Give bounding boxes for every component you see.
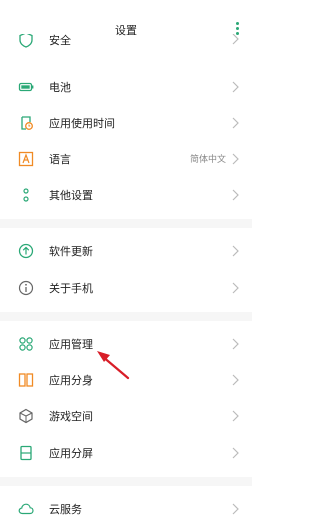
software-update-icon	[18, 243, 34, 259]
game-space-icon	[19, 408, 33, 424]
settings-item-app-clone[interactable]: 应用分身	[0, 362, 252, 398]
other-settings-icon	[23, 188, 29, 202]
info-icon	[18, 280, 34, 296]
settings-item-security[interactable]: 安全	[0, 34, 252, 58]
settings-item-game-space[interactable]: 游戏空间	[0, 398, 252, 434]
settings-item-label: 关于手机	[49, 282, 93, 295]
settings-item-cloud-service[interactable]: 云服务	[0, 491, 252, 527]
chevron-right-icon	[232, 189, 239, 201]
settings-item-battery[interactable]: 电池	[0, 69, 252, 105]
settings-item-split-screen[interactable]: 应用分屏	[0, 435, 252, 471]
chevron-right-icon	[232, 447, 239, 459]
chevron-right-icon	[232, 410, 239, 422]
shield-icon	[19, 34, 33, 48]
section-divider	[0, 219, 252, 228]
section-divider	[0, 312, 252, 321]
section-divider	[0, 477, 252, 486]
app-usage-icon	[21, 116, 33, 130]
settings-item-about-phone[interactable]: 关于手机	[0, 270, 252, 306]
settings-item-label: 应用使用时间	[49, 117, 115, 130]
settings-item-label: 语言	[49, 153, 71, 166]
settings-item-app-management[interactable]: 应用管理	[0, 326, 252, 362]
app-management-icon	[19, 337, 33, 351]
chevron-right-icon	[232, 338, 239, 350]
chevron-right-icon	[232, 503, 239, 515]
settings-item-other[interactable]: 其他设置	[0, 177, 252, 213]
settings-item-language[interactable]: 语言 简体中文	[0, 141, 252, 177]
chevron-right-icon	[232, 245, 239, 257]
settings-item-software-update[interactable]: 软件更新	[0, 233, 252, 269]
chevron-right-icon	[232, 34, 239, 45]
chevron-right-icon	[232, 81, 239, 93]
chevron-right-icon	[232, 117, 239, 129]
chevron-right-icon	[232, 282, 239, 294]
settings-item-label: 云服务	[49, 503, 82, 516]
settings-item-label: 软件更新	[49, 245, 93, 258]
language-value: 简体中文	[189, 155, 226, 165]
chevron-right-icon	[232, 374, 239, 386]
settings-item-label: 应用分屏	[49, 447, 93, 460]
settings-item-label: 应用管理	[49, 338, 93, 351]
cloud-icon	[18, 503, 34, 515]
settings-item-label: 游戏空间	[49, 410, 93, 423]
battery-icon	[18, 82, 34, 92]
chevron-right-icon	[232, 153, 239, 165]
app-clone-icon	[18, 373, 34, 387]
language-icon	[18, 151, 34, 167]
settings-item-app-usage[interactable]: 应用使用时间	[0, 105, 252, 141]
settings-item-label: 其他设置	[49, 189, 93, 202]
settings-item-label: 应用分身	[49, 374, 93, 387]
split-screen-icon	[20, 445, 32, 461]
settings-item-label: 安全	[49, 34, 71, 47]
settings-item-label: 电池	[49, 81, 71, 94]
